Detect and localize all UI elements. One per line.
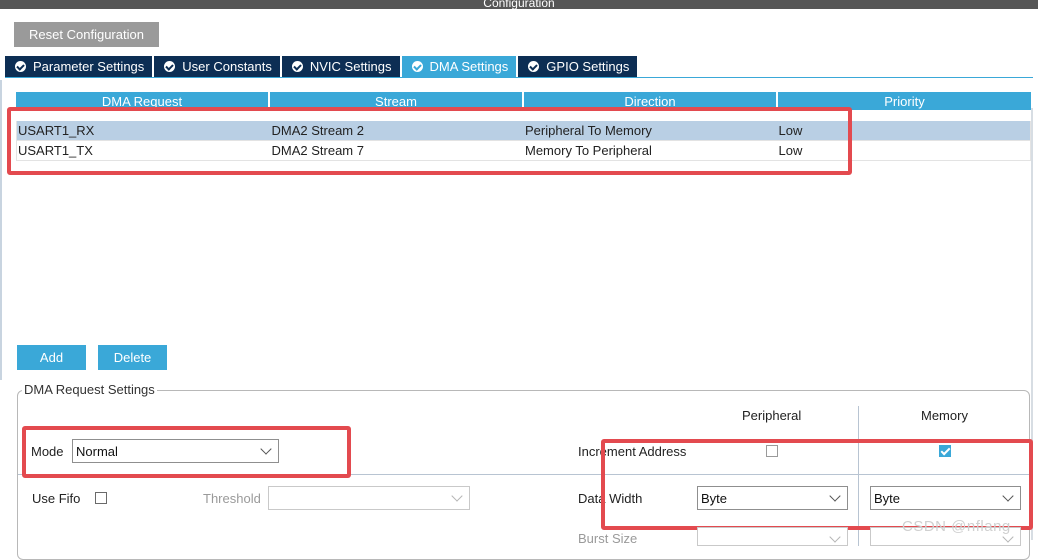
- group-title: DMA Request Settings: [22, 382, 157, 397]
- memory-column-label: Memory: [921, 408, 968, 423]
- tab-dma-settings[interactable]: DMA Settings: [401, 56, 517, 77]
- use-fifo-checkbox[interactable]: [95, 492, 107, 504]
- peripheral-burst-size-select[interactable]: [697, 527, 848, 546]
- watermark: CSDN @nflang: [902, 518, 1011, 535]
- left-panel-edge: [0, 80, 2, 380]
- tab-label: Parameter Settings: [33, 59, 145, 74]
- reset-configuration-button[interactable]: Reset Configuration: [14, 22, 159, 47]
- tab-label: User Constants: [182, 59, 272, 74]
- chevron-down-icon: [451, 490, 463, 502]
- annotation-highlight-mode: [22, 426, 351, 478]
- burst-size-label: Burst Size: [578, 531, 638, 546]
- tab-nvic-settings[interactable]: NVIC Settings: [281, 56, 400, 77]
- chevron-down-icon: [829, 531, 841, 543]
- use-fifo-label: Use Fifo: [32, 491, 81, 506]
- check-circle-icon: [164, 61, 176, 72]
- window-title: Configuration: [483, 0, 555, 10]
- tab-label: GPIO Settings: [546, 59, 630, 74]
- tab-bar: Parameter Settings User Constants NVIC S…: [5, 56, 638, 77]
- tab-gpio-settings[interactable]: GPIO Settings: [518, 56, 638, 77]
- tab-label: NVIC Settings: [309, 59, 392, 74]
- add-button[interactable]: Add: [17, 345, 86, 370]
- peripheral-column-label: Peripheral: [742, 408, 802, 423]
- check-circle-icon: [291, 61, 303, 72]
- threshold-select[interactable]: [268, 486, 470, 510]
- tab-label: DMA Settings: [429, 59, 509, 74]
- threshold-label: Threshold: [203, 491, 261, 506]
- annotation-highlight-increment-datawidth: [601, 439, 1033, 530]
- annotation-highlight-table: [7, 107, 852, 175]
- check-circle-icon: [15, 61, 26, 72]
- tab-user-constants[interactable]: User Constants: [154, 56, 280, 77]
- check-circle-icon: [411, 61, 423, 72]
- check-circle-icon: [528, 61, 540, 72]
- tab-divider: [5, 77, 1033, 78]
- delete-button[interactable]: Delete: [98, 345, 167, 370]
- tab-parameter-settings[interactable]: Parameter Settings: [5, 56, 153, 77]
